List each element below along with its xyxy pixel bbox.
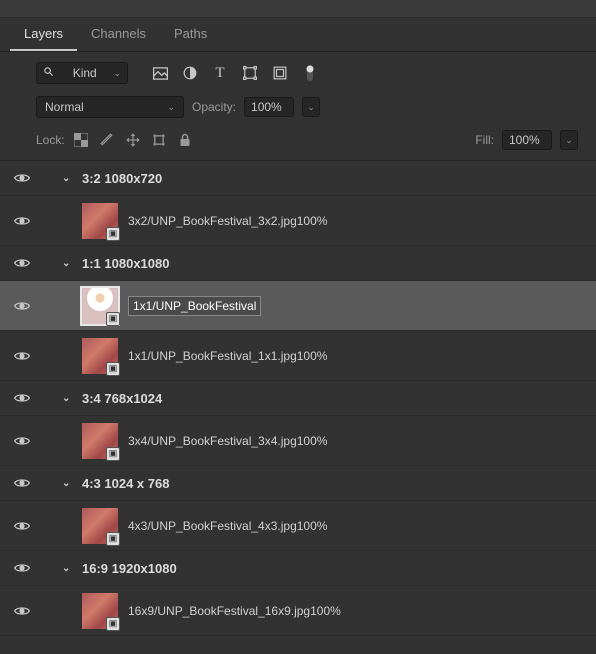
fill-label: Fill: xyxy=(475,133,494,147)
lock-label: Lock: xyxy=(36,133,65,147)
lock-position-icon[interactable] xyxy=(125,132,141,148)
filter-kind-dropdown[interactable]: Kind ⌄ xyxy=(36,62,128,84)
smartobject-badge-icon: ▣ xyxy=(106,447,120,461)
blend-mode-dropdown[interactable]: Normal ⌄ xyxy=(36,96,184,118)
visibility-toggle[interactable] xyxy=(10,350,34,362)
layer-row[interactable]: ▣ 1x1/UNP_BookFestival xyxy=(0,281,596,331)
layers-panel: Layers Channels Paths Kind ⌄ T Normal ⌄ … xyxy=(0,0,596,654)
opacity-value-field[interactable]: 100% xyxy=(244,97,294,117)
disclosure-toggle[interactable]: ⌄ xyxy=(62,563,78,574)
layer-thumbnail[interactable]: ▣ xyxy=(82,288,118,324)
visibility-toggle[interactable] xyxy=(10,172,34,184)
smartobject-badge-icon: ▣ xyxy=(106,362,120,376)
group-name[interactable]: 4:3 1024 x 768 xyxy=(82,476,169,491)
opacity-flyout-button[interactable]: ⌄ xyxy=(302,97,320,117)
disclosure-toggle[interactable]: ⌄ xyxy=(62,393,78,404)
layer-filter-toolbar: Kind ⌄ T xyxy=(0,52,596,90)
blend-opacity-toolbar: Normal ⌄ Opacity: 100% ⌄ xyxy=(0,90,596,124)
visibility-toggle[interactable] xyxy=(10,435,34,447)
visibility-toggle[interactable] xyxy=(10,300,34,312)
filter-shape-icon[interactable] xyxy=(242,65,258,81)
filter-smartobject-icon[interactable] xyxy=(272,65,288,81)
chevron-down-icon: ⌄ xyxy=(167,102,175,113)
layer-row[interactable]: ▣ 3x4/UNP_BookFestival_3x4.jpg100% xyxy=(0,416,596,466)
filter-kind-label: Kind xyxy=(73,66,97,80)
layer-thumbnail[interactable]: ▣ xyxy=(82,508,118,544)
layer-thumbnail[interactable]: ▣ xyxy=(82,423,118,459)
disclosure-toggle[interactable]: ⌄ xyxy=(62,173,78,184)
fill-flyout-button[interactable]: ⌄ xyxy=(560,130,578,150)
smartobject-badge-icon: ▣ xyxy=(106,617,120,631)
fill-value-field[interactable]: 100% xyxy=(502,130,552,150)
lock-all-icon[interactable] xyxy=(177,132,193,148)
group-name[interactable]: 16:9 1920x1080 xyxy=(82,561,177,576)
layers-list: ⌄ 3:2 1080x720 ▣ 3x2/UNP_BookFestival_3x… xyxy=(0,160,596,654)
layer-row[interactable]: ▣ 16x9/UNP_BookFestival_16x9.jpg100% xyxy=(0,586,596,636)
layer-group-row[interactable]: ⌄ 4:3 1024 x 768 xyxy=(0,466,596,501)
panel-topstrip xyxy=(0,0,596,18)
lock-pixels-icon[interactable] xyxy=(99,132,115,148)
filter-adjustment-icon[interactable] xyxy=(182,65,198,81)
layer-group-row[interactable]: ⌄ 3:4 768x1024 xyxy=(0,381,596,416)
layer-group-row[interactable]: ⌄ 16:9 1920x1080 xyxy=(0,551,596,586)
disclosure-toggle[interactable]: ⌄ xyxy=(62,258,78,269)
layer-name-label[interactable]: 3x2/UNP_BookFestival_3x2.jpg100% xyxy=(128,214,327,228)
visibility-toggle[interactable] xyxy=(10,520,34,532)
layer-group-row[interactable]: ⌄ 1:1 1080x1080 xyxy=(0,246,596,281)
layer-name-label[interactable]: 1x1/UNP_BookFestival_1x1.jpg100% xyxy=(128,349,327,363)
visibility-toggle[interactable] xyxy=(10,215,34,227)
lock-fill-toolbar: Lock: Fill: 100% ⌄ xyxy=(0,124,596,160)
layer-thumbnail[interactable]: ▣ xyxy=(82,593,118,629)
layer-group-row[interactable]: ⌄ 3:2 1080x720 xyxy=(0,161,596,196)
visibility-toggle[interactable] xyxy=(10,605,34,617)
lock-artboard-icon[interactable] xyxy=(151,132,167,148)
blend-mode-label: Normal xyxy=(45,100,84,114)
layer-thumbnail[interactable]: ▣ xyxy=(82,338,118,374)
layer-name-label[interactable]: 3x4/UNP_BookFestival_3x4.jpg100% xyxy=(128,434,327,448)
layer-name-edit-field[interactable]: 1x1/UNP_BookFestival xyxy=(128,296,261,316)
smartobject-badge-icon: ▣ xyxy=(106,312,120,326)
panel-tabs: Layers Channels Paths xyxy=(0,18,596,52)
visibility-toggle[interactable] xyxy=(10,562,34,574)
smartobject-badge-icon: ▣ xyxy=(106,227,120,241)
visibility-toggle[interactable] xyxy=(10,477,34,489)
layer-row[interactable]: ▣ 1x1/UNP_BookFestival_1x1.jpg100% xyxy=(0,331,596,381)
visibility-toggle[interactable] xyxy=(10,257,34,269)
lock-transparency-icon[interactable] xyxy=(73,132,89,148)
layer-name-label[interactable]: 4x3/UNP_BookFestival_4x3.jpg100% xyxy=(128,519,327,533)
visibility-toggle[interactable] xyxy=(10,392,34,404)
group-name[interactable]: 1:1 1080x1080 xyxy=(82,256,169,271)
chevron-down-icon: ⌄ xyxy=(113,68,121,79)
tab-paths[interactable]: Paths xyxy=(160,18,221,51)
filter-toggle-switch[interactable] xyxy=(302,65,318,81)
layer-row[interactable]: ▣ 3x2/UNP_BookFestival_3x2.jpg100% xyxy=(0,196,596,246)
group-name[interactable]: 3:2 1080x720 xyxy=(82,171,162,186)
opacity-label: Opacity: xyxy=(192,100,236,114)
tab-channels[interactable]: Channels xyxy=(77,18,160,51)
layer-name-label[interactable]: 16x9/UNP_BookFestival_16x9.jpg100% xyxy=(128,604,341,618)
filter-pixel-icon[interactable] xyxy=(152,65,168,81)
group-name[interactable]: 3:4 768x1024 xyxy=(82,391,162,406)
smartobject-badge-icon: ▣ xyxy=(106,532,120,546)
disclosure-toggle[interactable]: ⌄ xyxy=(62,478,78,489)
tab-layers[interactable]: Layers xyxy=(10,18,77,51)
filter-type-icons: T xyxy=(152,65,318,81)
search-icon xyxy=(43,66,54,80)
filter-type-text-icon[interactable]: T xyxy=(212,65,228,81)
layer-thumbnail[interactable]: ▣ xyxy=(82,203,118,239)
layer-row[interactable]: ▣ 4x3/UNP_BookFestival_4x3.jpg100% xyxy=(0,501,596,551)
